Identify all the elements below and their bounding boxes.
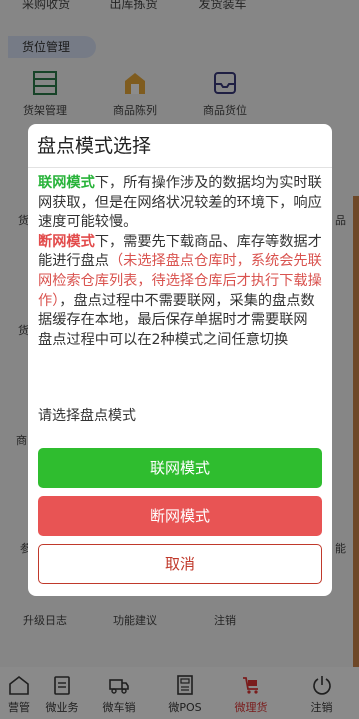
tab-label: 微理货 [234,701,268,714]
cancel-button[interactable]: 取消 [38,544,322,584]
offline-desc-text-2: ，盘点过程中不需要联网，采集的盘点数据缓存在本地，最后保存单据时才需要联网 [38,292,315,329]
online-mode-description: 联网模式下，所有操作涉及的数据均为实时联网获取，但是在网络状况较差的环境下，响应… [38,174,324,233]
tab-pos[interactable]: 微POS [152,667,218,719]
tab-home[interactable]: 营管 [0,667,38,719]
switch-note: 盘点过程中可以在2种模式之间任意切换 [38,331,289,348]
online-mode-button[interactable]: 联网模式 [38,448,322,488]
dialog-title: 盘点模式选择 [28,124,332,168]
tab-label: 营管 [8,701,30,714]
online-mode-label: 联网模式 [38,175,95,191]
tab-business[interactable]: 微业务 [38,667,86,719]
home-icon [9,675,29,695]
tab-label: 注销 [310,701,333,714]
pos-icon [177,675,193,695]
tab-truck-sales[interactable]: 微车销 [86,667,152,719]
cart-icon [243,677,258,694]
dialog-body: 联网模式下，所有操作涉及的数据均为实时联网获取，但是在网络状况较差的环境下，响应… [28,168,332,350]
tab-stock-manage[interactable]: 微理货 [218,667,284,719]
offline-mode-button[interactable]: 断网模式 [38,496,322,536]
select-mode-prompt: 请选择盘点模式 [38,408,136,424]
offline-mode-label: 断网模式 [38,233,95,250]
clipboard-icon [54,676,70,695]
bottom-tab-bar: 营管 微业务 微车销 微POS 微理货 注销 [0,667,359,719]
offline-mode-description: 断网模式下，需要先下载商品、库存等数据才能进行盘点（未选择盘点仓库时，系统会先联… [38,233,324,331]
power-icon [312,676,331,695]
tab-label: 微车销 [102,701,136,714]
tab-label: 微业务 [45,701,79,714]
tab-label: 微POS [168,701,202,714]
truck-icon [109,679,129,694]
tab-logout[interactable]: 注销 [284,667,359,719]
stocktake-mode-dialog: 盘点模式选择 联网模式下，所有操作涉及的数据均为实时联网获取，但是在网络状况较差… [28,124,332,596]
